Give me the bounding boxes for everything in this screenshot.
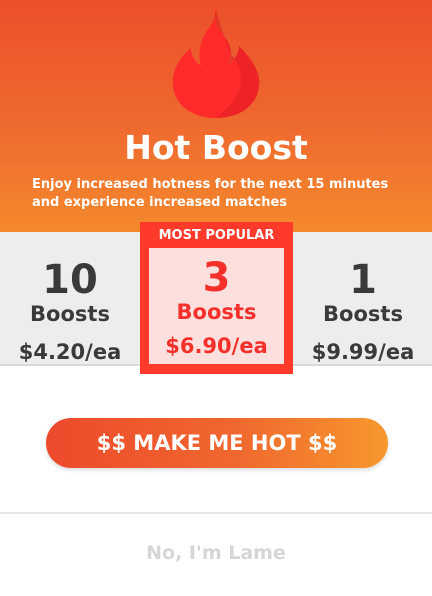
boost-count: 10	[42, 257, 98, 303]
boost-option-1[interactable]: 1 Boosts $9.99/ea	[294, 232, 432, 366]
boost-count: 1	[349, 257, 377, 303]
boost-unit: Boosts	[176, 300, 257, 324]
boost-option-10[interactable]: 10 Boosts $4.20/ea	[0, 232, 140, 366]
boost-option-3-selected[interactable]: MOST POPULAR 3 Boosts $6.90/ea	[140, 222, 293, 374]
boost-price: $6.90/ea	[165, 334, 268, 358]
page-title: Hot Boost	[124, 128, 308, 167]
header-banner: Hot Boost Enjoy increased hotness for th…	[0, 0, 432, 232]
boost-unit: Boosts	[323, 302, 403, 326]
boost-price: $4.20/ea	[18, 340, 122, 364]
make-me-hot-button[interactable]: $$ MAKE ME HOT $$	[46, 418, 388, 468]
boost-count: 3	[202, 255, 231, 301]
boost-price: $9.99/ea	[311, 340, 415, 364]
boost-unit: Boosts	[30, 302, 110, 326]
page-subtitle: Enjoy increased hotness for the next 15 …	[32, 177, 389, 210]
dismiss-button[interactable]: No, I'm Lame	[0, 540, 432, 566]
popular-option-card: 3 Boosts $6.90/ea	[149, 248, 284, 364]
flame-icon	[172, 10, 260, 118]
most-popular-badge: MOST POPULAR	[158, 228, 275, 243]
divider	[0, 512, 432, 514]
